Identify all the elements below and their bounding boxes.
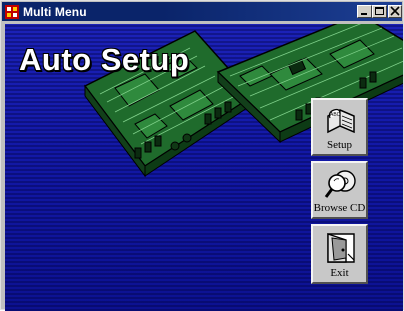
browse-cd-label: Browse CD (313, 202, 366, 214)
menu-canvas: Auto Setup ABC Setup Browse CD Exit (5, 24, 403, 311)
close-button[interactable] (388, 5, 402, 18)
app-icon (5, 4, 19, 19)
svg-text:ABC: ABC (330, 112, 341, 118)
motherboard-illustration-2 (216, 24, 403, 144)
title-bar[interactable]: Multi Menu (2, 2, 402, 21)
page-title: Auto Setup (19, 42, 190, 77)
maximize-icon (375, 7, 384, 15)
exit-label: Exit (330, 267, 349, 279)
exit-door-icon (327, 233, 355, 263)
maximize-button[interactable] (372, 5, 387, 18)
close-icon (390, 6, 400, 16)
browse-cd-button[interactable]: Browse CD (311, 161, 368, 219)
exit-button[interactable]: Exit (311, 224, 368, 284)
window-title: Multi Menu (23, 4, 87, 19)
setup-button[interactable]: ABC Setup (311, 98, 368, 156)
minimize-icon (361, 13, 367, 15)
magnifier-cd-icon (324, 170, 356, 198)
setup-label: Setup (326, 139, 353, 151)
book-icon: ABC (327, 108, 355, 134)
minimize-button[interactable] (357, 5, 372, 18)
multi-menu-window: Multi Menu Auto Setup ABC Setup Browse C… (0, 0, 404, 311)
